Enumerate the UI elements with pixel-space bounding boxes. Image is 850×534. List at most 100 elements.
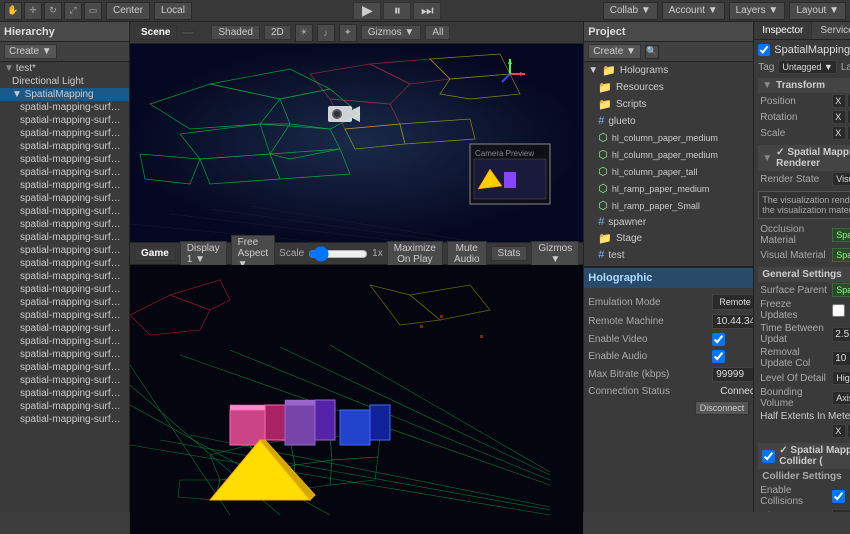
- project-item-col-tall[interactable]: ⬡hl_column_paper_tall: [584, 163, 753, 180]
- freeze-updates-checkbox[interactable]: [832, 304, 845, 317]
- tag-value[interactable]: Untagged ▼: [778, 60, 836, 74]
- pause-button[interactable]: ⏸: [383, 2, 411, 20]
- all-btn[interactable]: All: [425, 25, 450, 40]
- scene-tab[interactable]: Scene: [134, 25, 177, 40]
- scl-x[interactable]: 2: [847, 126, 850, 140]
- spatial-renderer-header[interactable]: ▼ ✓ Spatial Mapping Renderer ⚙: [758, 145, 850, 171]
- audio-icon[interactable]: ♪: [317, 24, 335, 42]
- list-item[interactable]: spatial-mapping-surface0_: [0, 218, 129, 231]
- component-active-checkbox[interactable]: [758, 44, 770, 56]
- list-item[interactable]: spatial-mapping-surface0_: [0, 296, 129, 309]
- game-tab[interactable]: Game: [134, 246, 176, 261]
- position-label: Position: [760, 96, 830, 107]
- gizmos-btn[interactable]: Gizmos ▼: [361, 25, 422, 40]
- project-item-col1[interactable]: ⬡hl_column_paper_medium: [584, 129, 753, 146]
- project-item-ramp1[interactable]: ⬡hl_ramp_paper_medium: [584, 180, 753, 197]
- local-btn[interactable]: Local: [154, 2, 192, 20]
- list-item[interactable]: spatial-mapping-surface0_: [0, 166, 129, 179]
- mute-btn[interactable]: Mute Audio: [447, 241, 487, 267]
- account-btn[interactable]: Account ▼: [662, 2, 725, 20]
- list-item[interactable]: spatial-mapping-surface0_: [0, 270, 129, 283]
- enable-audio-checkbox[interactable]: [712, 350, 725, 363]
- rot-x[interactable]: 0: [847, 110, 850, 124]
- list-item[interactable]: spatial-mapping-surface0_: [0, 101, 129, 114]
- collider-active-checkbox[interactable]: [762, 450, 775, 463]
- inspector-tab[interactable]: Inspector: [754, 22, 812, 39]
- project-create-btn[interactable]: Create ▼: [588, 44, 641, 59]
- list-item[interactable]: spatial-mapping-surface0_: [0, 205, 129, 218]
- layout-btn[interactable]: Layout ▼: [789, 2, 846, 20]
- services-tab[interactable]: Services: [812, 22, 850, 39]
- game-gizmos-btn[interactable]: Gizmos ▼: [531, 241, 579, 267]
- display-btn[interactable]: Display 1 ▼: [180, 241, 227, 267]
- list-item[interactable]: spatial-mapping-surface0_: [0, 361, 129, 374]
- stats-btn[interactable]: Stats: [491, 246, 528, 261]
- collab-btn[interactable]: Collab ▼: [603, 2, 658, 20]
- project-item-holograms[interactable]: ▼ 📁 Holograms: [584, 62, 753, 79]
- project-item-glueto[interactable]: #glueto: [584, 113, 753, 129]
- list-item[interactable]: spatial-mapping-surface1_: [0, 400, 129, 413]
- transform-header[interactable]: ▼ Transform ⚙: [758, 78, 850, 93]
- hierarchy-scene[interactable]: ▼test*: [0, 62, 129, 75]
- list-item[interactable]: spatial-mapping-surface0_: [0, 244, 129, 257]
- move-tool-icon[interactable]: ✛: [24, 2, 42, 20]
- hand-tool-icon[interactable]: ✋: [4, 2, 22, 20]
- list-item[interactable]: spatial-mapping-surface0_: [0, 127, 129, 140]
- enable-collisions-checkbox[interactable]: [832, 490, 845, 503]
- project-item-resources[interactable]: 📁Resources: [584, 79, 753, 96]
- list-item[interactable]: spatial-mapping-surface1_: [0, 413, 129, 426]
- enable-video-checkbox[interactable]: [712, 333, 725, 346]
- pivot-btn[interactable]: Center: [106, 2, 150, 20]
- scale-tool-icon[interactable]: ⤢: [64, 2, 82, 20]
- list-item[interactable]: spatial-mapping-surface1_: [0, 387, 129, 400]
- rect-tool-icon[interactable]: ▭: [84, 2, 102, 20]
- project-item-col2[interactable]: ⬡hl_column_paper_medium: [584, 146, 753, 163]
- disconnect-btn[interactable]: Disconnect: [695, 401, 750, 415]
- project-item-scripts[interactable]: 📁Scripts: [584, 96, 753, 113]
- general-settings-header[interactable]: General Settings: [758, 267, 850, 282]
- scale-slider[interactable]: [308, 248, 368, 260]
- hierarchy-item-spatial[interactable]: ▼ SpatialMapping: [0, 88, 129, 101]
- list-item[interactable]: spatial-mapping-surface0_: [0, 192, 129, 205]
- asset-store-tab[interactable]: [181, 31, 195, 35]
- list-item[interactable]: spatial-mapping-surface0_: [0, 257, 129, 270]
- shaded-btn[interactable]: Shaded: [211, 25, 259, 40]
- list-item[interactable]: spatial-mapping-surface0_: [0, 283, 129, 296]
- list-item[interactable]: spatial-mapping-surface0_: [0, 322, 129, 335]
- list-item[interactable]: spatial-mapping-surface0_: [0, 140, 129, 153]
- play-button[interactable]: ▶: [353, 2, 381, 20]
- hierarchy-create-btn[interactable]: Create ▼: [4, 44, 57, 59]
- search-icon[interactable]: 🔍: [645, 45, 659, 59]
- hx-val[interactable]: 4: [847, 424, 850, 438]
- project-item-test[interactable]: #test: [584, 247, 753, 263]
- removal-update-value[interactable]: 10: [832, 351, 850, 366]
- project-item-spawner[interactable]: #spawner: [584, 214, 753, 230]
- time-between-value[interactable]: 2.5: [832, 327, 850, 342]
- list-item[interactable]: spatial-mapping-surface0_: [0, 348, 129, 361]
- list-item[interactable]: spatial-mapping-surface0_: [0, 309, 129, 322]
- bounding-volume-value[interactable]: Axis Aligned Box: [832, 391, 850, 405]
- maximize-btn[interactable]: Maximize On Play: [387, 241, 443, 267]
- list-item[interactable]: spatial-mapping-surface0_: [0, 335, 129, 348]
- lod-value[interactable]: High: [832, 371, 850, 385]
- list-item[interactable]: spatial-mapping-surface0_: [0, 179, 129, 192]
- project-item-ramp2[interactable]: ⬡hl_ramp_paper_Small: [584, 197, 753, 214]
- list-item[interactable]: spatial-mapping-surface0_: [0, 231, 129, 244]
- occlusion-material-value[interactable]: SpatialMappingOc...: [832, 228, 850, 242]
- list-item[interactable]: spatial-mapping-surface0_: [0, 153, 129, 166]
- hierarchy-item[interactable]: Directional Light: [0, 75, 129, 88]
- visual-material-value[interactable]: SpatialMappingWi...: [832, 248, 850, 262]
- pos-x[interactable]: 0: [847, 94, 850, 108]
- layers-btn[interactable]: Layers ▼: [729, 2, 786, 20]
- rotate-tool-icon[interactable]: ↻: [44, 2, 62, 20]
- fx-icon[interactable]: ✦: [339, 24, 357, 42]
- step-button[interactable]: ⏭: [413, 2, 441, 20]
- collider-header[interactable]: ✓ Spatial Mapping Collider ( ⚙: [758, 443, 850, 469]
- render-state-value[interactable]: Visualization: [832, 172, 850, 186]
- list-item[interactable]: spatial-mapping-surface0_: [0, 114, 129, 127]
- lighting-icon[interactable]: ☀: [295, 24, 313, 42]
- list-item[interactable]: spatial-mapping-surface1_: [0, 374, 129, 387]
- project-item-stage[interactable]: 📁Stage: [584, 230, 753, 247]
- surface-parent-value[interactable]: SpatialMapping: [832, 283, 850, 297]
- 2d-btn[interactable]: 2D: [264, 25, 291, 40]
